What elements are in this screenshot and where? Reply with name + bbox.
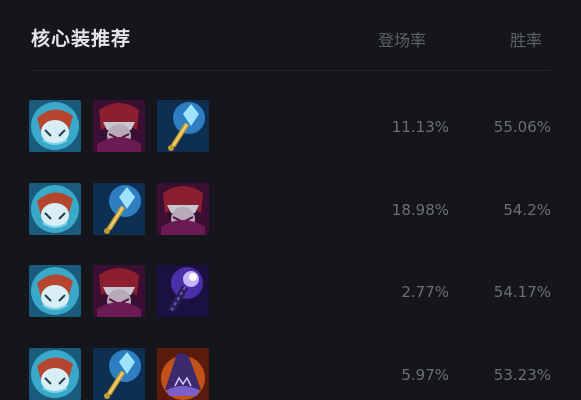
win-rate-value: 53.23% — [493, 366, 551, 384]
core-build-panel: 核心装推荐 登场率 胜率 11.13% 55.06% 18.98% 54.2% … — [0, 0, 581, 400]
panel-title: 核心装推荐 — [31, 28, 132, 50]
hextech-rocketbelt-icon[interactable] — [93, 265, 145, 317]
void-staff-icon[interactable] — [157, 265, 209, 317]
hextech-rocketbelt-icon[interactable] — [157, 183, 209, 235]
pick-rate-value: 2.77% — [401, 283, 449, 301]
luden-companion-icon[interactable] — [29, 265, 81, 317]
pick-rate-value: 5.97% — [401, 366, 449, 384]
rylai-scepter-icon[interactable] — [93, 183, 145, 235]
header-divider — [31, 70, 551, 71]
build-row[interactable]: 18.98% 54.2% — [0, 183, 581, 239]
pick-rate-value: 18.98% — [391, 201, 449, 219]
build-row[interactable]: 11.13% 55.06% — [0, 100, 581, 156]
build-row[interactable]: 5.97% 53.23% — [0, 348, 581, 400]
luden-companion-icon[interactable] — [29, 183, 81, 235]
win-rate-value: 54.17% — [493, 283, 551, 301]
win-rate-value: 55.06% — [493, 118, 551, 136]
panel-header: 核心装推荐 登场率 胜率 — [0, 0, 581, 70]
luden-companion-icon[interactable] — [29, 100, 81, 152]
rylai-scepter-icon[interactable] — [93, 348, 145, 400]
win-rate-column-header[interactable]: 胜率 — [510, 27, 542, 51]
hextech-rocketbelt-icon[interactable] — [93, 100, 145, 152]
rabadon-deathcap-icon[interactable] — [157, 348, 209, 400]
luden-companion-icon[interactable] — [29, 348, 81, 400]
build-row[interactable]: 2.77% 54.17% — [0, 265, 581, 321]
win-rate-value: 54.2% — [503, 201, 551, 219]
rylai-scepter-icon[interactable] — [157, 100, 209, 152]
pick-rate-value: 11.13% — [391, 118, 449, 136]
pick-rate-column-header[interactable]: 登场率 — [378, 27, 426, 51]
